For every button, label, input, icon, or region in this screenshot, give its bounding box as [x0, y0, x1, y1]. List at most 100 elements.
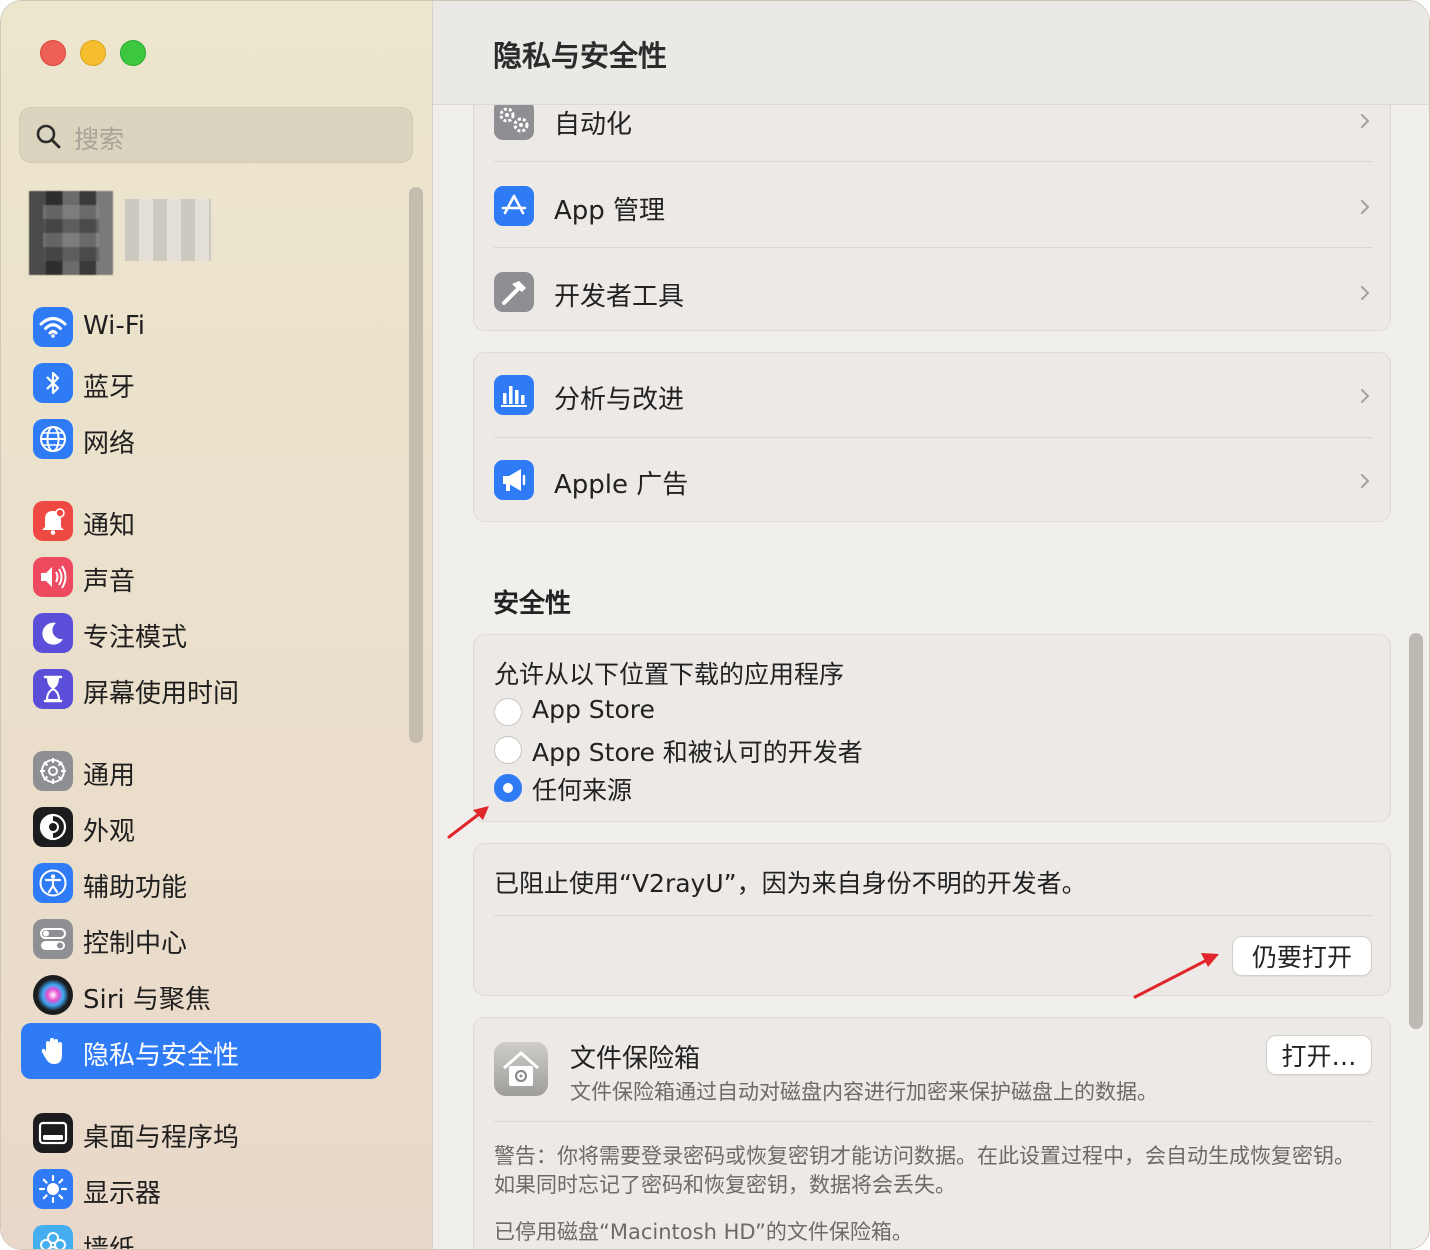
search-field[interactable]: 搜索: [19, 107, 413, 163]
globe-icon: [33, 419, 73, 459]
sidebar-item-control-center[interactable]: 控制中心: [21, 911, 381, 967]
dock-icon: [33, 1113, 73, 1153]
radio-label: App Store 和被认可的开发者: [532, 738, 863, 767]
sidebar-item-label: 控制中心: [83, 929, 188, 959]
sidebar-item-accessibility[interactable]: 辅助功能: [21, 855, 381, 911]
sidebar-item-siri[interactable]: Siri 与聚焦: [21, 967, 381, 1023]
filevault-warning: 警告：你将需要登录密码或恢复密钥才能访问数据。在此设置过程中，会自动生成恢复密钥…: [494, 1144, 1355, 1197]
gear-icon: [33, 751, 73, 791]
sidebar-item-label: 网络: [83, 429, 136, 459]
sidebar-item-label: 墙纸: [83, 1235, 136, 1250]
divider: [494, 1121, 1372, 1122]
hand-icon: [33, 1031, 73, 1071]
sidebar-item-screen-time[interactable]: 屏幕使用时间: [21, 661, 381, 717]
sidebar-item-label: 辅助功能: [83, 873, 188, 903]
main-scrollbar[interactable]: [1409, 633, 1423, 1029]
sidebar-item-network[interactable]: 网络: [21, 411, 381, 467]
group-analytics-ads: 分析与改进 Apple 广告: [473, 352, 1391, 522]
blocked-app-message: 已阻止使用“V2rayU”，因为来自身份不明的开发者。: [494, 869, 1087, 898]
annotation-arrow-icon: [447, 806, 489, 839]
filevault-title: 文件保险箱: [570, 1044, 701, 1074]
sidebar-item-privacy-security[interactable]: 隐私与安全性: [21, 1023, 381, 1079]
sidebar-item-label: 桌面与程序坞: [83, 1123, 240, 1153]
automation-gears-icon: [494, 100, 534, 140]
row-label: Apple 广告: [554, 470, 689, 500]
close-window-button[interactable]: [40, 40, 66, 66]
sidebar-item-bluetooth[interactable]: 蓝牙: [21, 355, 381, 411]
sidebar-item-label: 声音: [83, 567, 136, 597]
row-analytics[interactable]: 分析与改进: [494, 353, 1372, 439]
appearance-icon: [33, 807, 73, 847]
row-label: 自动化: [554, 110, 633, 140]
allow-apps-label: 允许从以下位置下载的应用程序: [494, 660, 845, 689]
annotation-arrow-icon: [1133, 953, 1219, 999]
row-label: 分析与改进: [554, 385, 685, 415]
avatar[interactable]: [29, 191, 113, 275]
sidebar-item-label: Wi-Fi: [83, 311, 146, 341]
sidebar-item-label: 显示器: [83, 1179, 162, 1209]
megaphone-icon: [494, 460, 534, 500]
search-icon: [36, 124, 61, 149]
settings-window: 搜索 Wi-Fi 蓝牙 网络 通知 声音 专注模式 屏幕使用时间 通用 外观 辅…: [0, 0, 1430, 1250]
titlebar: 隐私与安全性: [433, 1, 1429, 105]
sidebar-item-displays[interactable]: 显示器: [21, 1161, 381, 1217]
sidebar-item-sound[interactable]: 声音: [21, 549, 381, 605]
radio-anywhere[interactable]: [494, 774, 522, 802]
filevault-description: 文件保险箱通过自动对磁盘内容进行加密来保护磁盘上的数据。: [570, 1080, 1158, 1104]
sidebar-item-label: 通知: [83, 511, 136, 541]
toggles-icon: [33, 919, 73, 959]
zoom-window-button[interactable]: [120, 40, 146, 66]
main-panel: 隐私与安全性 自动化 App 管理 开发者工具 分析与改进 Apple 广告 安…: [433, 1, 1429, 1249]
turn-on-filevault-button[interactable]: 打开…: [1266, 1035, 1372, 1075]
sidebar-item-label: 专注模式: [83, 623, 188, 653]
group-filevault: 文件保险箱 文件保险箱通过自动对磁盘内容进行加密来保护磁盘上的数据。 打开… 警…: [473, 1017, 1391, 1249]
bell-icon: [33, 501, 73, 541]
chevron-right-icon: [1361, 474, 1370, 488]
moon-icon: [33, 613, 73, 653]
chevron-right-icon: [1361, 200, 1370, 214]
sidebar-item-notifications[interactable]: 通知: [21, 493, 381, 549]
flower-icon: [33, 1225, 73, 1249]
row-label: 开发者工具: [554, 282, 685, 312]
sidebar-item-general[interactable]: 通用: [21, 743, 381, 799]
wifi-icon: [33, 307, 73, 347]
hammer-icon: [494, 272, 534, 312]
open-anyway-button[interactable]: 仍要打开: [1232, 936, 1372, 976]
sidebar-item-label: Siri 与聚焦: [83, 985, 211, 1015]
sidebar-item-desktop-dock[interactable]: 桌面与程序坞: [21, 1105, 381, 1161]
sun-icon: [33, 1169, 73, 1209]
minimize-window-button[interactable]: [80, 40, 106, 66]
sidebar-item-appearance[interactable]: 外观: [21, 799, 381, 855]
profile-name-redacted[interactable]: [125, 199, 211, 261]
row-developer-tools[interactable]: 开发者工具: [494, 248, 1372, 334]
filevault-status: 已停用磁盘“Macintosh HD”的文件保险箱。: [494, 1220, 913, 1244]
radio-app-store[interactable]: [494, 698, 522, 726]
siri-icon: [33, 975, 73, 1015]
section-title-security: 安全性: [493, 589, 572, 619]
sidebar-scrollbar[interactable]: [409, 187, 423, 743]
radio-label: 任何来源: [532, 776, 633, 805]
sidebar-item-label: 通用: [83, 761, 136, 791]
hourglass-icon: [33, 669, 73, 709]
speaker-icon: [33, 557, 73, 597]
sidebar-item-wallpaper[interactable]: 墙纸: [21, 1217, 381, 1250]
chevron-right-icon: [1361, 389, 1370, 403]
row-apple-ads[interactable]: Apple 广告: [494, 438, 1372, 524]
search-placeholder: 搜索: [74, 125, 125, 154]
row-app-management[interactable]: App 管理: [494, 162, 1372, 248]
chevron-right-icon: [1361, 114, 1370, 128]
page-title: 隐私与安全性: [493, 39, 668, 73]
sidebar-item-focus[interactable]: 专注模式: [21, 605, 381, 661]
sidebar-item-label: 屏幕使用时间: [83, 679, 240, 709]
chevron-right-icon: [1361, 286, 1370, 300]
radio-app-store-identified[interactable]: [494, 736, 522, 764]
group-blocked-app: 已阻止使用“V2rayU”，因为来自身份不明的开发者。 仍要打开: [473, 843, 1391, 996]
accessibility-icon: [33, 863, 73, 903]
sidebar-item-label: 隐私与安全性: [83, 1041, 240, 1071]
app-store-icon: [494, 186, 534, 226]
divider: [494, 915, 1372, 916]
group-allow-apps: 允许从以下位置下载的应用程序 App Store App Store 和被认可的…: [473, 634, 1391, 822]
house-safe-icon: [494, 1042, 548, 1096]
bar-chart-icon: [494, 375, 534, 415]
sidebar-item-wifi[interactable]: Wi-Fi: [21, 299, 381, 355]
